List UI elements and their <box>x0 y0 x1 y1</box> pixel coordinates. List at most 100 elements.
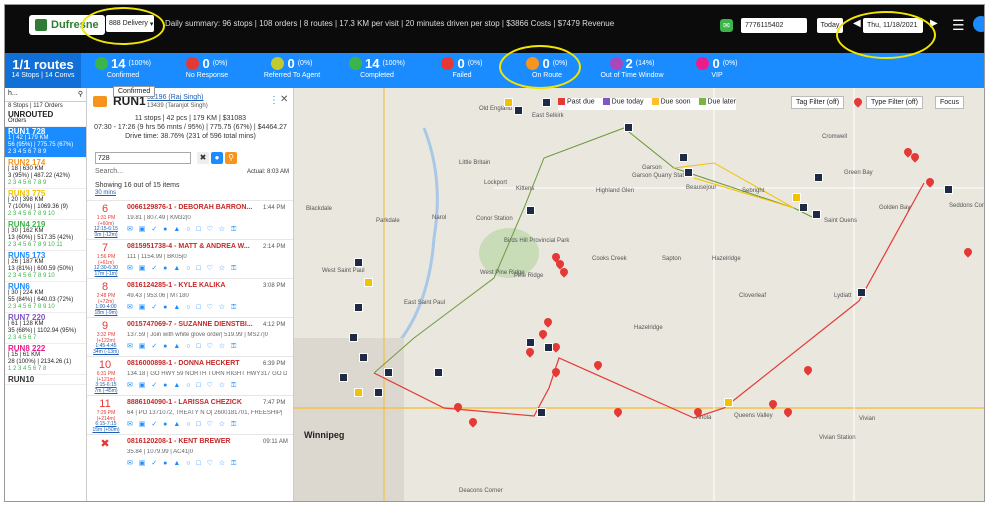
route-item[interactable]: RUN8 222 | 15 | 61 KM 28 (100%) | 2134.26 … <box>5 344 86 375</box>
stop-action-icons[interactable]: ✉ ▣ ✓ ● ▲ ○ □ ♡ ☆ ⚿ <box>127 342 238 351</box>
stop-row[interactable]: 8 2:48 PM (+72m) 1:00-4:00 18m (-9m) 081612… <box>87 278 293 316</box>
status-stat-vip[interactable]: 0 (0%) VIP <box>675 56 759 88</box>
stop-action-icons[interactable]: ✉ ▣ ✓ ● ▲ ○ □ ♡ ☆ ⚿ <box>127 381 238 390</box>
stop-row[interactable]: 11 7:29 PM (+214m) 6:15-7:15 15m (+50m) 888… <box>87 395 293 433</box>
stop-row[interactable]: 9 3:32 PM (+122m) 1:45-4:45 34m (-13m) 0015… <box>87 317 293 355</box>
route-item[interactable]: RUN6 | 30 | 224 KM 55 (84%) | 640.03 (72%)… <box>5 282 86 313</box>
stop-name[interactable]: 0066129876-1 - DEBORAH BARRON... <box>127 204 257 211</box>
route-item[interactable]: RUN7 220 | 61 | 128 KM 35 (68%) | 1102.94 … <box>5 313 86 344</box>
delivery-marker-icon[interactable] <box>354 258 363 267</box>
search-placeholder[interactable]: Search... <box>95 168 123 175</box>
delivery-marker-icon[interactable] <box>374 388 383 397</box>
previous-day-icon[interactable]: ◀ <box>853 18 861 29</box>
stat-percent: (0%) <box>552 60 568 67</box>
stop-name[interactable]: 8886104090-1 - LARISSA CHEZICK <box>127 399 257 406</box>
delivery-marker-icon[interactable] <box>679 153 688 162</box>
logo[interactable]: Dufresne <box>29 15 105 35</box>
phone-field[interactable]: 7776115402 <box>741 18 807 33</box>
search-icon[interactable]: ⚲ <box>78 90 83 99</box>
delivery-marker-icon[interactable] <box>384 368 393 377</box>
route-item[interactable]: RUN1 728 1 | 42 | 179 KM 56 (95%) | 775.75… <box>5 127 86 158</box>
clear-icon[interactable]: ✖ <box>197 152 209 164</box>
status-stat-out-of-time-window[interactable]: 2 (14%) Out of Time Window <box>590 56 674 88</box>
delivery-marker-icon[interactable] <box>339 373 348 382</box>
stop-action-icons[interactable]: ✉ ▣ ✓ ● ▲ ○ □ ♡ ☆ ⚿ <box>127 459 238 468</box>
stop-action-icons[interactable]: ✉ ▣ ✓ ● ▲ ○ □ ♡ ☆ ⚿ <box>127 303 238 312</box>
stop-window[interactable]: 3:15-6:15 7m (-45m) <box>92 382 120 394</box>
chat-icon[interactable]: ✉ <box>720 19 733 32</box>
delivery-marker-icon[interactable] <box>944 185 953 194</box>
stop-row[interactable]: 7 1:56 PM (+61m) 12:30-6:30 17m (-1m) 08159… <box>87 239 293 277</box>
hamburger-menu-icon[interactable]: ☰ <box>952 17 965 34</box>
delivery-marker-icon[interactable] <box>434 368 443 377</box>
focus-button[interactable]: Focus <box>935 96 965 109</box>
delivery-marker-icon[interactable] <box>544 343 553 352</box>
delivery-marker-icon[interactable] <box>354 303 363 312</box>
delivery-marker-icon[interactable] <box>792 193 801 202</box>
delivery-marker-icon[interactable] <box>354 388 363 397</box>
close-icon[interactable]: ✕ <box>280 94 288 105</box>
route-item[interactable]: RUN4 219 | 30 | 162 KM 13 (60%) | 517.35 (… <box>5 220 86 251</box>
route-item[interactable]: RUN5 173 | 26 | 187 KM 13 (81%) | 600.59 (… <box>5 251 86 282</box>
delivery-marker-icon[interactable] <box>514 106 523 115</box>
delivery-marker-icon[interactable] <box>799 203 808 212</box>
place-label: Cloverleaf <box>739 293 767 299</box>
delivery-marker-icon[interactable] <box>359 353 368 362</box>
status-stat-referred-to-agent[interactable]: 0 (0%) Referred To Agent <box>250 56 334 88</box>
status-stat-confirmed[interactable]: 14 (100%) Confirmed <box>81 56 165 88</box>
routes-summary[interactable]: 1/1 routes 14 Stops | 14 Convs <box>5 53 81 88</box>
today-button[interactable]: Today <box>817 18 843 33</box>
chat-filter-icon[interactable]: ● <box>211 152 223 164</box>
stop-window[interactable]: 6:15-7:15 15m (+50m) <box>92 421 120 433</box>
driver-link[interactable]: 32196 (Raj Singh) <box>147 94 203 101</box>
delivery-marker-icon[interactable] <box>504 98 513 107</box>
stop-action-icons[interactable]: ✉ ▣ ✓ ● ▲ ○ □ ♡ ☆ ⚿ <box>127 420 238 429</box>
next-day-icon[interactable]: ▶ <box>930 18 938 29</box>
stop-row[interactable]: ✖ 0816120208-1 - KENT BREWER 09:11 AM 35.84… <box>87 434 293 470</box>
delivery-type-select[interactable]: 888 Delivery ▾ <box>106 15 154 32</box>
delivery-marker-icon[interactable] <box>724 398 733 407</box>
delivery-marker-icon[interactable] <box>542 98 551 107</box>
stop-action-icons[interactable]: ✉ ▣ ✓ ● ▲ ○ □ ♡ ☆ ⚿ <box>127 225 238 234</box>
delivery-marker-icon[interactable] <box>624 123 633 132</box>
stop-row[interactable]: 10 6:31 PM (+121m) 3:15-6:15 7m (-45m) 0816… <box>87 356 293 394</box>
stop-action-icons[interactable]: ✉ ▣ ✓ ● ▲ ○ □ ♡ ☆ ⚿ <box>127 264 238 273</box>
delivery-marker-icon[interactable] <box>526 206 535 215</box>
map[interactable]: Past due Due today Due soon Due later Tag F… <box>294 88 984 501</box>
routes-search[interactable]: h... ⚲ <box>5 88 86 102</box>
date-field[interactable]: Thu, 11/18/2021 <box>863 18 923 33</box>
stop-window[interactable]: 12:30-6:30 17m (-1m) <box>92 265 120 277</box>
status-stat-failed[interactable]: 0 (0%) Failed <box>420 56 504 88</box>
stop-window[interactable]: 1:00-4:00 18m (-9m) <box>92 304 120 316</box>
status-stat-no-response[interactable]: 0 (0%) No Response <box>165 56 249 88</box>
delivery-marker-icon[interactable] <box>812 210 821 219</box>
tag-filter-button[interactable]: Tag Filter (off) <box>791 96 845 109</box>
delivery-marker-icon[interactable] <box>814 173 823 182</box>
stop-window[interactable]: 1:45-4:45 34m (-13m) <box>92 343 120 355</box>
delivery-marker-icon[interactable] <box>684 168 693 177</box>
stop-name[interactable]: 0815951738-4 - MATT & ANDREA W... <box>127 243 257 250</box>
route-item[interactable]: RUN2 174 | 18 | 630 KM 3 (95%) | 487.22 (4… <box>5 158 86 189</box>
thirty-min-link[interactable]: 30 mins <box>95 190 116 196</box>
status-stat-on-route[interactable]: 0 (0%) On Route <box>505 56 589 88</box>
stop-search-input[interactable]: 728 <box>95 152 191 164</box>
route-item[interactable]: RUN3 775 | 20 | 398 KM 7 (100%) | 1069.36 … <box>5 189 86 220</box>
delivery-marker-icon[interactable] <box>349 333 358 342</box>
more-options-icon[interactable]: ⋮ <box>269 95 279 106</box>
stop-window[interactable]: 12:15-6:15 0m (-12m) <box>92 226 120 238</box>
route-item[interactable]: RUN10 <box>5 375 86 385</box>
unrouted-item[interactable]: UNROUTED Orders <box>5 110 86 127</box>
user-avatar[interactable] <box>973 16 984 32</box>
delivery-marker-icon[interactable] <box>526 338 535 347</box>
status-stat-completed[interactable]: 14 (100%) Completed <box>335 56 419 88</box>
location-icon[interactable]: ⚲ <box>225 152 237 164</box>
stop-name[interactable]: 0816124285-1 - KYLE KALIKA <box>127 282 257 289</box>
delivery-marker-icon[interactable] <box>364 278 373 287</box>
stop-name[interactable]: 0816120208-1 - KENT BREWER <box>127 438 257 445</box>
stop-name[interactable]: 0015747069-7 - SUZANNE DIENSTBI... <box>127 321 257 328</box>
type-filter-button[interactable]: Type Filter (off) <box>866 96 923 109</box>
stop-row[interactable]: 6 1:31 PM (+60m) 12:15-6:15 0m (-12m) 00661… <box>87 200 293 238</box>
stop-name[interactable]: 0816000898-1 - DONNA HECKERT <box>127 360 257 367</box>
delivery-marker-icon[interactable] <box>537 408 546 417</box>
delivery-marker-icon[interactable] <box>857 288 866 297</box>
